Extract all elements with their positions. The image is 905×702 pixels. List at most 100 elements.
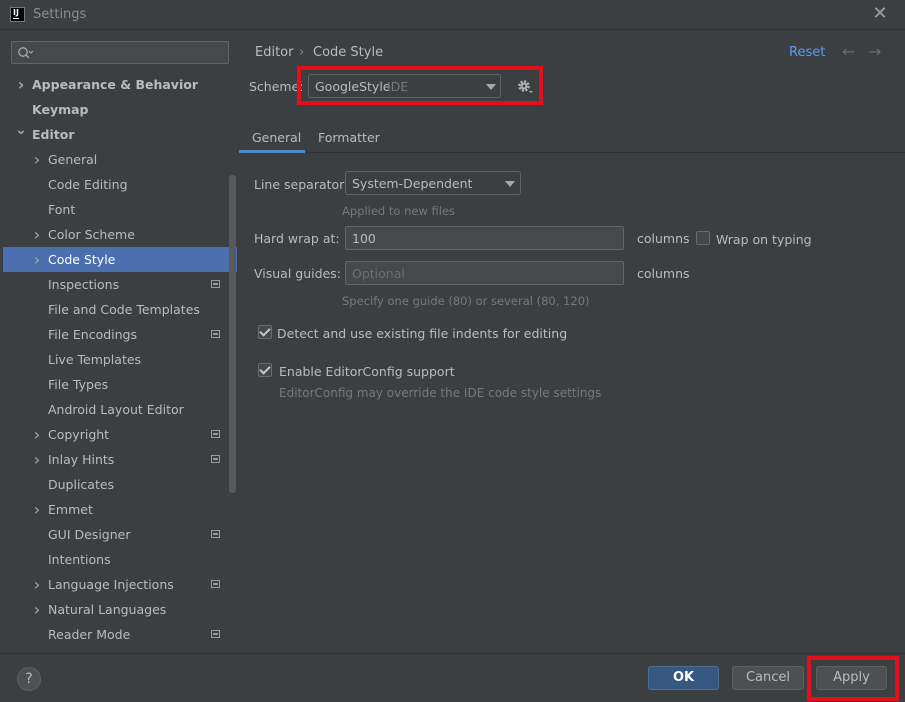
sidebar-item-inlay-hints[interactable]: › Inlay Hints — [3, 447, 237, 472]
sidebar-item-label: Live Templates — [48, 352, 142, 367]
back-arrow-icon[interactable]: ← — [842, 42, 855, 61]
breadcrumb-editor[interactable]: Editor — [255, 45, 293, 60]
sidebar-item-label: Natural Languages — [48, 602, 167, 617]
title-bar: IJ Settings ✕ — [0, 0, 905, 30]
sidebar-item-label: Color Scheme — [48, 227, 135, 242]
line-separator-dropdown[interactable]: System-Dependent — [345, 171, 521, 195]
sidebar-item-label: File and Code Templates — [48, 302, 200, 317]
settings-sidebar: › Appearance & Behavior Keymap ⌄ Editor › Gene… — [0, 31, 238, 653]
project-scope-icon — [211, 330, 220, 338]
sidebar-item-live-templates[interactable]: Live Templates — [3, 347, 237, 372]
sidebar-item-keymap[interactable]: Keymap — [3, 97, 237, 122]
intellij-logo-icon: IJ — [10, 7, 25, 22]
sidebar-item-code-editing[interactable]: Code Editing — [3, 172, 237, 197]
close-icon[interactable]: ✕ — [870, 4, 890, 24]
hard-wrap-input[interactable]: 100 — [345, 226, 624, 250]
sidebar-item-natural-languages[interactable]: › Natural Languages — [3, 597, 237, 622]
scheme-sub-label: IDE — [387, 79, 409, 94]
sidebar-item-language-injections[interactable]: › Language Injections — [3, 572, 237, 597]
chevron-right-icon[interactable]: › — [31, 497, 43, 522]
sidebar-item-file-encodings[interactable]: File Encodings — [3, 322, 237, 347]
dialog-footer: ? OK Cancel Apply — [0, 653, 905, 702]
editorconfig-hint: EditorConfig may override the IDE code s… — [279, 386, 602, 400]
sidebar-item-label: General — [48, 152, 98, 167]
chevron-right-icon[interactable]: › — [31, 147, 43, 172]
project-scope-icon — [211, 580, 220, 588]
help-button[interactable]: ? — [17, 667, 41, 691]
sidebar-item-label: Code Editing — [48, 177, 128, 192]
sidebar-item-general[interactable]: › General — [3, 147, 237, 172]
wrap-on-typing-label[interactable]: Wrap on typing — [716, 232, 812, 247]
sidebar-item-editor[interactable]: ⌄ Editor — [3, 122, 237, 147]
visual-guides-placeholder: Optional — [352, 266, 405, 281]
hard-wrap-label: Hard wrap at: — [254, 231, 340, 246]
visual-guides-unit: columns — [637, 266, 690, 281]
line-separator-label: Line separator: — [254, 177, 349, 192]
sidebar-item-reader-mode[interactable]: Reader Mode — [3, 622, 237, 647]
editorconfig-checkbox[interactable] — [258, 363, 272, 377]
chevron-right-icon[interactable]: › — [31, 222, 43, 247]
visual-guides-hint: Specify one guide (80) or several (80, 1… — [342, 294, 590, 308]
sidebar-item-label: Language Injections — [48, 577, 174, 592]
sidebar-item-inspections[interactable]: Inspections — [3, 272, 237, 297]
apply-highlight-box — [807, 656, 899, 701]
sidebar-item-label: Copyright — [48, 427, 110, 442]
sidebar-item-file-types[interactable]: File Types — [3, 372, 237, 397]
sidebar-item-label: Editor — [32, 127, 75, 142]
sidebar-item-label: GUI Designer — [48, 527, 131, 542]
sidebar-item-label: Emmet — [48, 502, 93, 517]
chevron-down-icon[interactable]: ⌄ — [15, 118, 27, 143]
tab-formatter[interactable]: Formatter — [318, 130, 380, 145]
sidebar-item-copyright[interactable]: › Copyright — [3, 422, 237, 447]
reset-link[interactable]: Reset — [789, 45, 825, 60]
sidebar-item-color-scheme[interactable]: › Color Scheme — [3, 222, 237, 247]
sidebar-item-label: Code Style — [48, 252, 116, 267]
chevron-right-icon[interactable]: › — [15, 72, 27, 97]
sidebar-item-code-style[interactable]: › Code Style — [3, 247, 237, 272]
sidebar-item-android-layout-editor[interactable]: Android Layout Editor — [3, 397, 237, 422]
scheme-dropdown[interactable]: GoogleStyle IDE — [308, 74, 501, 98]
chevron-right-icon[interactable]: › — [31, 597, 43, 622]
search-input[interactable] — [11, 41, 229, 64]
search-icon — [18, 47, 33, 59]
sidebar-item-label: Appearance & Behavior — [32, 77, 198, 92]
tab-general[interactable]: General — [252, 130, 301, 145]
breadcrumb-code-style: Code Style — [313, 45, 384, 60]
cancel-button[interactable]: Cancel — [732, 666, 804, 690]
sidebar-item-label: Android Layout Editor — [48, 402, 184, 417]
hard-wrap-value: 100 — [352, 231, 376, 246]
chevron-right-icon[interactable]: › — [31, 422, 43, 447]
main-panel: Editor › Code Style Reset ← → Scheme: Go… — [238, 31, 905, 653]
tab-bar: General Formatter — [238, 121, 905, 153]
editorconfig-label[interactable]: Enable EditorConfig support — [279, 364, 455, 379]
project-scope-icon — [211, 430, 220, 438]
scheme-label: Scheme: — [249, 79, 304, 94]
chevron-right-icon[interactable]: › — [31, 572, 43, 597]
gear-icon[interactable] — [517, 79, 534, 96]
project-scope-icon — [211, 280, 220, 288]
active-tab-indicator — [239, 150, 305, 153]
sidebar-item-label: Reader Mode — [48, 627, 131, 642]
detect-indents-checkbox[interactable] — [258, 325, 272, 339]
wrap-on-typing-checkbox[interactable] — [696, 231, 710, 245]
sidebar-item-appearance-behavior[interactable]: › Appearance & Behavior — [3, 72, 237, 97]
sidebar-item-label: Keymap — [32, 102, 89, 117]
forward-arrow-icon[interactable]: → — [868, 42, 881, 61]
sidebar-item-duplicates[interactable]: Duplicates — [3, 472, 237, 497]
window-title: Settings — [33, 7, 87, 22]
sidebar-scrollbar[interactable] — [229, 175, 236, 493]
sidebar-item-label: Duplicates — [48, 477, 115, 492]
ok-button[interactable]: OK — [648, 666, 719, 690]
sidebar-item-label: File Encodings — [48, 327, 138, 342]
line-separator-value: System-Dependent — [352, 176, 473, 191]
chevron-right-icon[interactable]: › — [31, 447, 43, 472]
sidebar-item-file-and-code-templates[interactable]: File and Code Templates — [3, 297, 237, 322]
chevron-right-icon[interactable]: › — [31, 247, 43, 272]
sidebar-item-emmet[interactable]: › Emmet — [3, 497, 237, 522]
sidebar-item-font[interactable]: Font — [3, 197, 237, 222]
visual-guides-input[interactable]: Optional — [345, 261, 624, 285]
sidebar-item-gui-designer[interactable]: GUI Designer — [3, 522, 237, 547]
sidebar-item-intentions[interactable]: Intentions — [3, 547, 237, 572]
detect-indents-label[interactable]: Detect and use existing file indents for… — [277, 326, 567, 341]
project-scope-icon — [211, 455, 220, 463]
